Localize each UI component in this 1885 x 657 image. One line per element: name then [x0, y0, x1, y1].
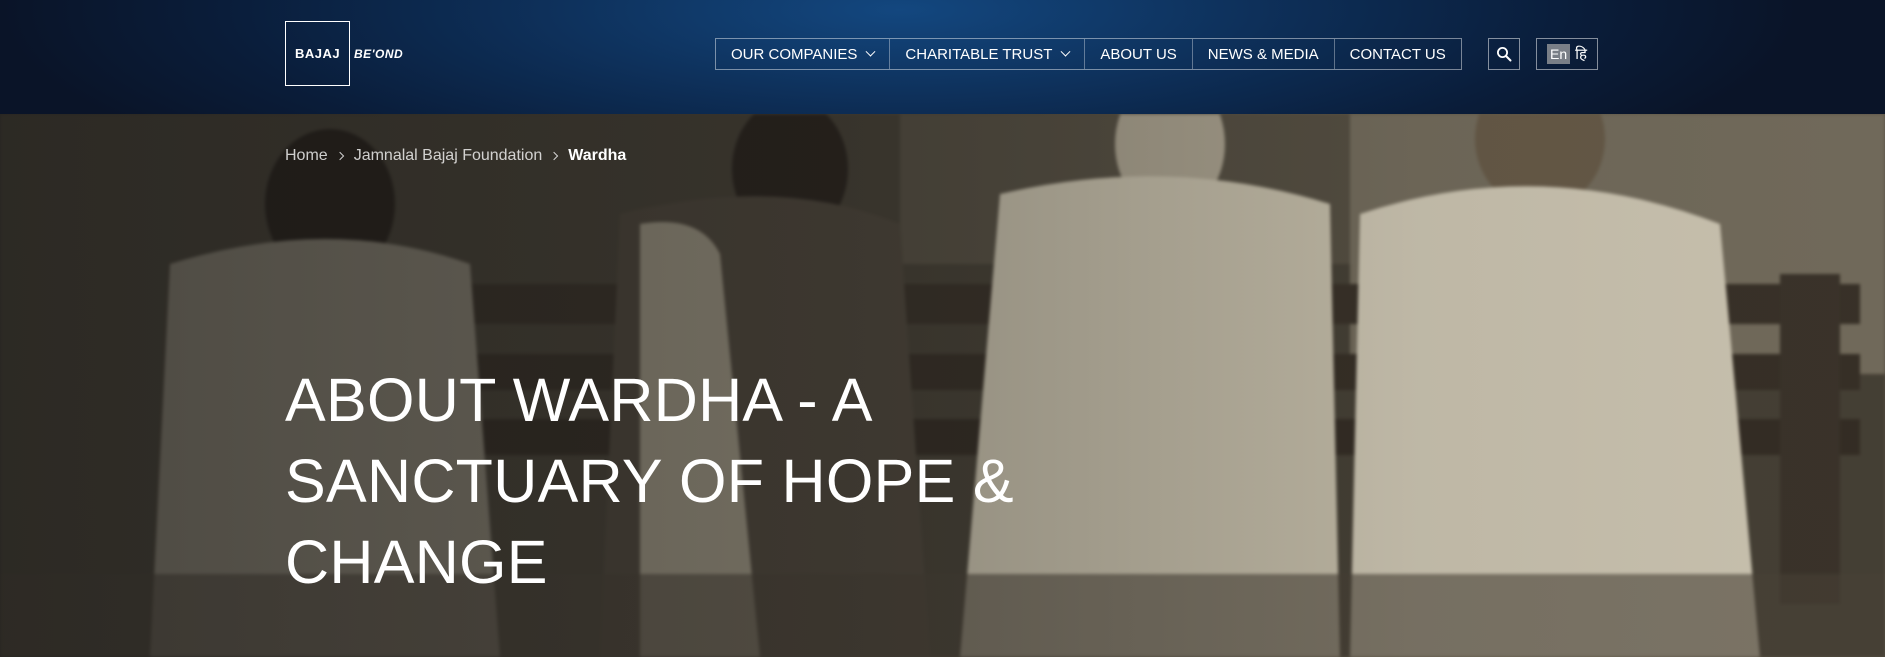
breadcrumb-foundation[interactable]: Jamnalal Bajaj Foundation	[354, 147, 543, 165]
nav-our-companies[interactable]: OUR COMPANIES	[716, 39, 891, 69]
chevron-down-icon	[865, 46, 876, 57]
nav-label: OUR COMPANIES	[731, 45, 858, 63]
nav-label: ABOUT US	[1100, 45, 1177, 63]
language-en[interactable]: En	[1547, 44, 1571, 64]
language-hi[interactable]: हि	[1575, 44, 1587, 64]
nav-label: CONTACT US	[1349, 45, 1446, 63]
breadcrumb-current: Wardha	[568, 147, 627, 164]
main-nav: OUR COMPANIES CHARITABLE TRUST ABOUT US …	[715, 38, 1462, 70]
nav-label: CHARITABLE TRUST	[905, 45, 1053, 63]
search-icon	[1497, 47, 1512, 62]
nav-charitable-trust[interactable]: CHARITABLE TRUST	[890, 39, 1086, 69]
chevron-right-icon	[550, 151, 559, 161]
language-switcher: En हि	[1536, 38, 1598, 70]
page-title: ABOUT WARDHA - A SANCTUARY OF HOPE & CHA…	[285, 366, 1014, 596]
logo-box: BAJAJ	[285, 21, 350, 86]
chevron-right-icon	[335, 151, 344, 161]
breadcrumb-home[interactable]: Home	[285, 147, 328, 165]
logo-tagline: BE'OND	[354, 46, 404, 61]
site-header: BAJAJ BE'OND OUR COMPANIES CHARITABLE TR…	[0, 0, 1885, 114]
search-button[interactable]	[1488, 38, 1520, 70]
nav-about-us[interactable]: ABOUT US	[1085, 39, 1193, 69]
nav-news-media[interactable]: NEWS & MEDIA	[1193, 39, 1335, 69]
nav-contact-us[interactable]: CONTACT US	[1335, 39, 1461, 69]
bajaj-logo[interactable]: BAJAJ BE'OND	[285, 21, 403, 86]
chevron-down-icon	[1060, 46, 1071, 57]
logo-text: BAJAJ	[294, 46, 341, 61]
breadcrumb: Home Jamnalal Bajaj Foundation Wardha	[285, 147, 626, 165]
nav-label: NEWS & MEDIA	[1207, 45, 1319, 63]
